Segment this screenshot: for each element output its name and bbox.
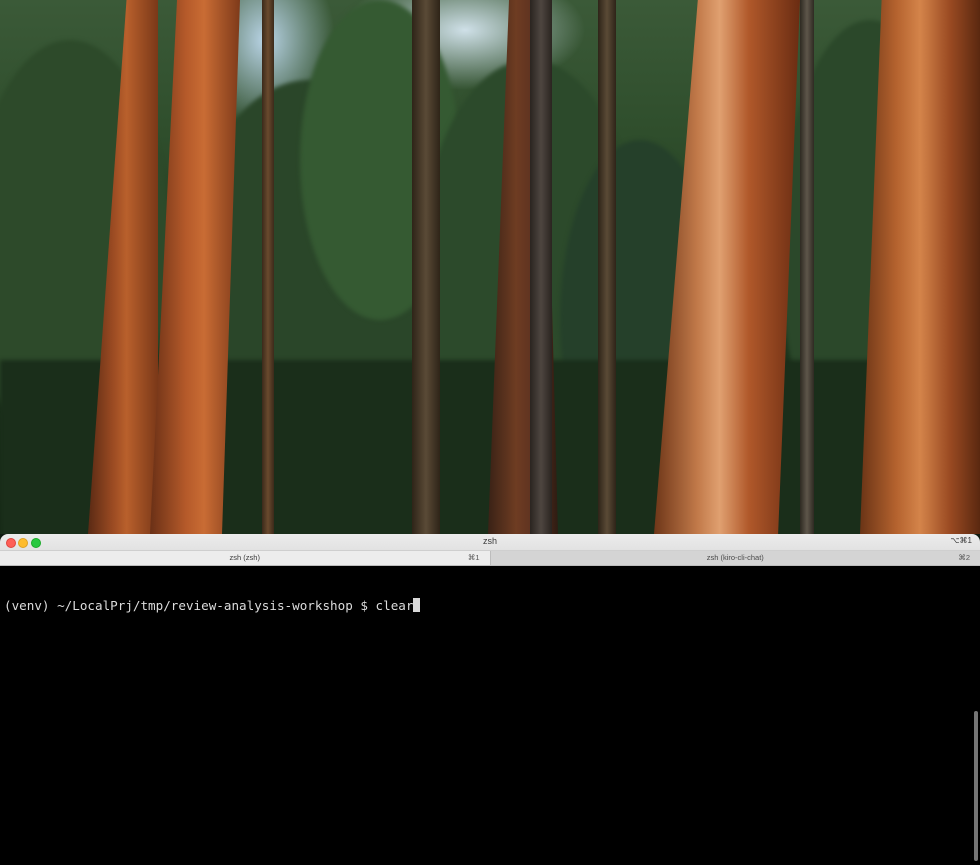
tree-trunk	[800, 0, 814, 534]
tree-trunk	[654, 0, 800, 534]
tab-label: zsh (kiro-cli-chat)	[706, 553, 764, 562]
scrollbar-thumb[interactable]	[974, 711, 978, 861]
window-shortcut: ⌥⌘1	[950, 536, 972, 545]
shell-prompt: (venv) ~/LocalPrj/tmp/review-analysis-wo…	[4, 598, 376, 613]
terminal-output[interactable]: (venv) ~/LocalPrj/tmp/review-analysis-wo…	[0, 566, 980, 865]
tab-kiro-cli-chat[interactable]: zsh (kiro-cli-chat) ⌘2	[490, 551, 980, 565]
desktop-wallpaper	[0, 0, 980, 534]
tab-shortcut: ⌘2	[958, 553, 970, 562]
tab-bar: zsh (zsh) ⌘1 zsh (kiro-cli-chat) ⌘2	[0, 551, 980, 566]
text-cursor	[413, 598, 421, 612]
prompt-line: (venv) ~/LocalPrj/tmp/review-analysis-wo…	[4, 598, 976, 614]
window-title: zsh	[482, 536, 497, 546]
terminal-window[interactable]: zsh ⌥⌘1 zsh (zsh) ⌘1 zsh (kiro-cli-chat)…	[0, 534, 980, 865]
tab-label: zsh (zsh)	[229, 553, 260, 562]
window-titlebar[interactable]: zsh ⌥⌘1	[0, 534, 980, 551]
tab-shortcut: ⌘1	[467, 553, 480, 562]
typed-command: clear	[375, 598, 414, 613]
tree-trunk	[262, 0, 274, 534]
tree-trunk	[530, 0, 552, 534]
tab-zsh[interactable]: zsh (zsh) ⌘1	[0, 551, 491, 565]
tree-trunk	[598, 0, 616, 534]
tree-trunk	[412, 0, 440, 534]
